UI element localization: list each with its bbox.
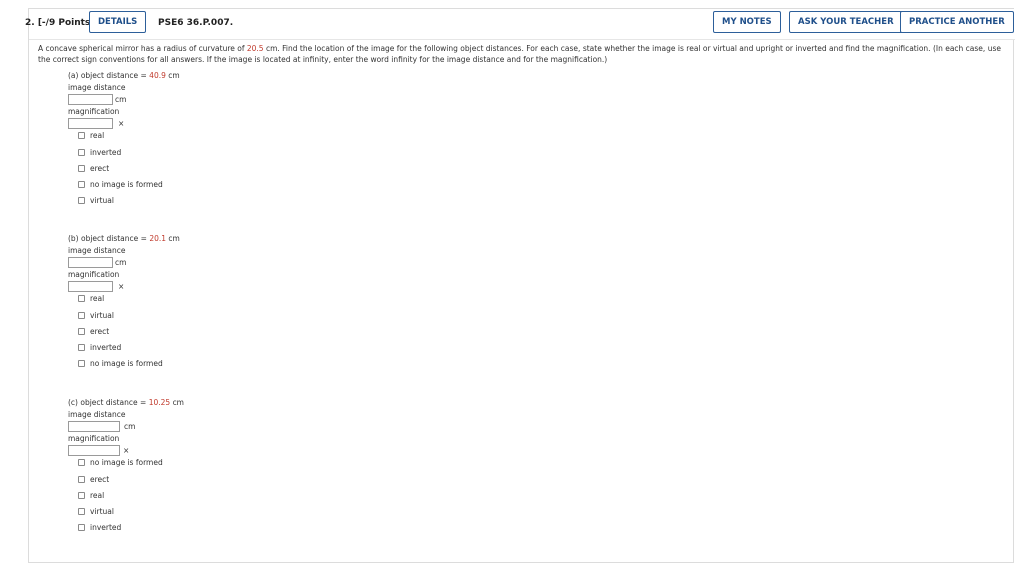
- magnification-unit: ×: [123, 446, 130, 455]
- checkbox[interactable]: [78, 181, 85, 188]
- option-no-image[interactable]: no image is formed: [78, 180, 163, 190]
- image-distance-unit: cm: [115, 258, 127, 267]
- checkbox[interactable]: [78, 132, 85, 139]
- details-button[interactable]: DETAILS: [89, 11, 147, 33]
- checkbox[interactable]: [78, 165, 85, 172]
- practice-another-button[interactable]: PRACTICE ANOTHER: [900, 11, 1014, 33]
- part-b-image-distance-input[interactable]: [68, 257, 113, 268]
- checkbox[interactable]: [78, 295, 85, 302]
- checkbox[interactable]: [78, 328, 85, 335]
- radius-value: 20.5: [246, 44, 264, 53]
- option-virtual[interactable]: virtual: [78, 311, 114, 321]
- part-a-label: (a) object distance = 40.9 cm: [68, 71, 180, 80]
- image-distance-unit: cm: [124, 422, 136, 431]
- option-real[interactable]: real: [78, 491, 104, 501]
- part-b-magnification-input[interactable]: [68, 281, 113, 292]
- question-header: 2. [-/9 Points] DETAILS PSE6 36.P.007. M…: [25, 9, 1015, 40]
- option-virtual[interactable]: virtual: [78, 507, 114, 517]
- image-distance-unit: cm: [115, 95, 127, 104]
- option-no-image[interactable]: no image is formed: [78, 458, 163, 468]
- magnification-unit: ×: [118, 282, 125, 291]
- image-distance-label: image distance: [68, 246, 126, 255]
- checkbox[interactable]: [78, 524, 85, 531]
- option-real[interactable]: real: [78, 131, 104, 141]
- part-c-label: (c) object distance = 10.25 cm: [68, 398, 184, 407]
- option-inverted[interactable]: inverted: [78, 343, 121, 353]
- image-distance-label: image distance: [68, 410, 126, 419]
- question-points-label: 2. [-/9 Points]: [25, 18, 95, 28]
- part-c-image-distance-input[interactable]: [68, 421, 120, 432]
- option-erect[interactable]: erect: [78, 327, 109, 337]
- my-notes-button[interactable]: MY NOTES: [713, 11, 781, 33]
- option-inverted[interactable]: inverted: [78, 148, 121, 158]
- question-card: 2. [-/9 Points] DETAILS PSE6 36.P.007. M…: [25, 8, 1015, 563]
- checkbox[interactable]: [78, 459, 85, 466]
- checkbox[interactable]: [78, 492, 85, 499]
- option-erect[interactable]: erect: [78, 164, 109, 174]
- checkbox[interactable]: [78, 360, 85, 367]
- magnification-label: magnification: [68, 270, 120, 279]
- part-a-image-distance-input[interactable]: [68, 94, 113, 105]
- question-prompt: A concave spherical mirror has a radius …: [38, 44, 1001, 64]
- checkbox[interactable]: [78, 508, 85, 515]
- image-distance-label: image distance: [68, 83, 126, 92]
- part-a-magnification-input[interactable]: [68, 118, 113, 129]
- ask-your-teacher-button[interactable]: ASK YOUR TEACHER: [789, 11, 903, 33]
- part-b-label: (b) object distance = 20.1 cm: [68, 234, 180, 243]
- part-c-magnification-input[interactable]: [68, 445, 120, 456]
- checkbox[interactable]: [78, 344, 85, 351]
- magnification-unit: ×: [118, 119, 125, 128]
- option-real[interactable]: real: [78, 294, 104, 304]
- option-erect[interactable]: erect: [78, 475, 109, 485]
- checkbox[interactable]: [78, 312, 85, 319]
- checkbox[interactable]: [78, 476, 85, 483]
- option-no-image[interactable]: no image is formed: [78, 359, 163, 369]
- option-inverted[interactable]: inverted: [78, 523, 121, 533]
- checkbox[interactable]: [78, 149, 85, 156]
- magnification-label: magnification: [68, 107, 120, 116]
- option-virtual[interactable]: virtual: [78, 196, 114, 206]
- checkbox[interactable]: [78, 197, 85, 204]
- magnification-label: magnification: [68, 434, 120, 443]
- problem-code: PSE6 36.P.007.: [158, 18, 234, 28]
